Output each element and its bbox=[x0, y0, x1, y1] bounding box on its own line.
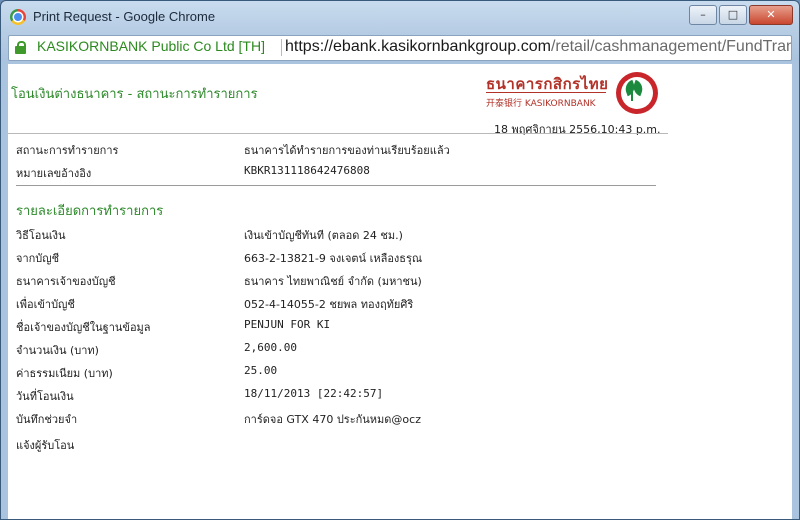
reference-label: หมายเลขอ้างอิง bbox=[16, 167, 92, 180]
detail-label: วันที่โอนเงิน bbox=[16, 390, 74, 403]
detail-value: 2,600.00 bbox=[244, 341, 297, 354]
detail-label: ค่าธรรมเนียม (บาท) bbox=[16, 367, 113, 380]
close-button[interactable]: ✕ bbox=[749, 5, 793, 25]
url-path: /retail/cashmanagement/FundTrans bbox=[550, 38, 792, 55]
detail-value: PENJUN FOR KI bbox=[244, 318, 331, 331]
detail-value: 663-2-13821-9 จงเจตน์ เหลืองธรุณ bbox=[244, 252, 423, 265]
detail-label: ชื่อเจ้าของบัญชีในฐานข้อมูล bbox=[16, 321, 151, 334]
browser-window: Print Request - Google Chrome – □ ✕ KASI… bbox=[0, 0, 800, 520]
section-title: รายละเอียดการทำรายการ bbox=[16, 204, 164, 219]
lock-icon[interactable] bbox=[15, 41, 26, 54]
logo-rule bbox=[486, 92, 606, 93]
title-bar[interactable]: Print Request - Google Chrome – □ ✕ bbox=[1, 1, 799, 31]
detail-value: การ์ดจอ GTX 470 ประกันหมด@ocz bbox=[244, 413, 421, 426]
detail-label: บันทึกช่วยจำ bbox=[16, 413, 78, 426]
kasikornbank-logo: ธนาคารกสิกรไทย 开泰银行 KASIKORNBANK bbox=[486, 70, 666, 116]
detail-label: ธนาคารเจ้าของบัญชี bbox=[16, 275, 116, 288]
minimize-button[interactable]: – bbox=[689, 5, 717, 25]
detail-value: 25.00 bbox=[244, 364, 278, 377]
reference-value: KBKR131118642476808 bbox=[244, 164, 370, 177]
detail-label: จากบัญชี bbox=[16, 252, 60, 265]
chrome-logo-icon bbox=[10, 9, 26, 25]
detail-value: เงินเข้าบัญชีทันที (ตลอด 24 ชม.) bbox=[244, 229, 403, 242]
status-value: ธนาคารได้ทำรายการของท่านเรียบร้อยแล้ว bbox=[244, 144, 450, 157]
detail-label: เพื่อเข้าบัญชี bbox=[16, 298, 75, 311]
ev-certificate-label[interactable]: KASIKORNBANK Public Co Ltd [TH] bbox=[37, 38, 265, 54]
page-content: โอนเงินต่างธนาคาร - สถานะการทำรายการ ธนา… bbox=[8, 64, 792, 519]
address-bar[interactable]: KASIKORNBANK Public Co Ltd [TH] https://… bbox=[8, 35, 792, 61]
detail-value: ธนาคาร ไทยพาณิชย์ จำกัด (มหาชน) bbox=[244, 275, 422, 288]
status-label: สถานะการทำรายการ bbox=[16, 144, 119, 157]
window-title: Print Request - Google Chrome bbox=[33, 9, 216, 24]
divider-middle bbox=[16, 185, 656, 186]
page-title: โอนเงินต่างธนาคาร - สถานะการทำรายการ bbox=[11, 87, 258, 102]
logo-english-text: 开泰银行 KASIKORNBANK bbox=[486, 99, 596, 109]
detail-label: วิธีโอนเงิน bbox=[16, 229, 66, 242]
url-text[interactable]: https://ebank.kasikornbankgroup.com/reta… bbox=[285, 38, 792, 56]
divider-top bbox=[8, 133, 668, 134]
detail-value: 052-4-14055-2 ชยพล ทองฤทัยศิริ bbox=[244, 298, 414, 311]
detail-label: แจ้งผู้รับโอน bbox=[16, 439, 75, 452]
transaction-datetime: 18 พฤศจิกายน 2556,10:43 p.m. bbox=[494, 123, 661, 136]
url-host: https://ebank.kasikornbankgroup.com bbox=[285, 38, 551, 55]
address-divider bbox=[281, 39, 282, 56]
detail-value: 18/11/2013 [22:42:57] bbox=[244, 387, 384, 400]
maximize-button[interactable]: □ bbox=[719, 5, 747, 25]
kbank-emblem-icon bbox=[616, 72, 658, 114]
detail-label: จำนวนเงิน (บาท) bbox=[16, 344, 99, 357]
